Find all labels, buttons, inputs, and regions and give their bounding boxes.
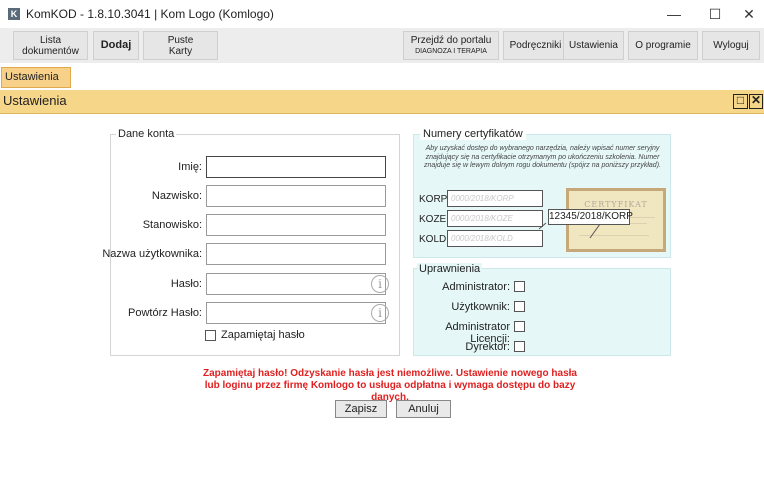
callout-pointer-icon: [538, 222, 601, 239]
lista-dokumentow-button[interactable]: Lista dokumentów: [13, 31, 88, 60]
panel-title: Ustawienia: [3, 93, 67, 108]
powtorz-haslo-label: Powtórz Hasło:: [128, 307, 202, 319]
admin-licencji-checkbox[interactable]: [514, 321, 525, 332]
remember-password-checkbox[interactable]: [205, 330, 216, 341]
restore-panel-icon[interactable]: □: [733, 94, 748, 109]
puste-karty-button[interactable]: Puste Karty: [143, 31, 218, 60]
dyrektor-checkbox[interactable]: [514, 341, 525, 352]
nazwisko-input[interactable]: [206, 185, 386, 207]
powtorz-haslo-info-icon[interactable]: i: [371, 304, 389, 322]
close-panel-icon[interactable]: ✕: [749, 94, 763, 109]
lista-label-line2: dokumentów: [22, 45, 79, 57]
app-logo-icon: K: [8, 8, 20, 20]
username-input[interactable]: [206, 243, 386, 265]
panel-header: Ustawienia □ ✕: [0, 90, 764, 114]
certificates-legend: Numery certyfikatów: [420, 128, 526, 140]
portal-label-line2: DIAGNOZA I TERAPIA: [415, 47, 487, 55]
uzytkownik-checkbox[interactable]: [514, 301, 525, 312]
imie-input[interactable]: [206, 156, 386, 178]
administrator-checkbox[interactable]: [514, 281, 525, 292]
account-legend: Dane konta: [116, 128, 177, 140]
stanowisko-input[interactable]: [206, 214, 386, 236]
maximize-button[interactable]: ☐: [700, 4, 730, 24]
ustawienia-button[interactable]: Ustawienia: [563, 31, 624, 60]
tab-strip: Ustawienia: [0, 63, 764, 89]
certificates-hint: Aby uzyskać dostęp do wybranego narzędzi…: [424, 145, 661, 169]
portal-button[interactable]: Przejdź do portalu DIAGNOZA I TERAPIA: [403, 31, 499, 60]
main-toolbar: Lista dokumentów Dodaj Puste Karty Przej…: [0, 28, 764, 63]
portal-label-line1: Przejdź do portalu: [410, 34, 492, 46]
korp-label: KORP:: [419, 194, 451, 205]
korp-input[interactable]: 0000/2018/KORP: [447, 190, 543, 207]
koze-label: KOZE:: [419, 214, 450, 225]
administrator-label: Administrator:: [442, 281, 510, 293]
tab-ustawienia[interactable]: Ustawienia: [1, 67, 71, 88]
dodaj-button[interactable]: Dodaj: [93, 31, 139, 60]
save-button[interactable]: Zapisz: [335, 400, 387, 418]
close-window-button[interactable]: ✕: [734, 4, 764, 24]
password-warning-text: Zapamiętaj hasło! Odzyskanie hasła jest …: [202, 368, 577, 403]
title-bar: K KomKOD - 1.8.10.3041 | Kom Logo (Komlo…: [0, 0, 764, 28]
uzytkownik-label: Użytkownik:: [451, 301, 510, 313]
stanowisko-label: Stanowisko:: [142, 219, 202, 231]
kold-label: KOLD:: [419, 234, 450, 245]
haslo-label: Hasło:: [170, 278, 202, 290]
cancel-button[interactable]: Anuluj: [396, 400, 451, 418]
permissions-legend: Uprawnienia: [417, 263, 483, 275]
imie-label: Imię:: [178, 161, 202, 173]
puste-label-line2: Karty: [168, 45, 193, 57]
kold-input[interactable]: 0000/2018/KOLD: [447, 230, 543, 247]
remember-password-label: Zapamiętaj hasło: [221, 329, 305, 341]
o-programie-button[interactable]: O programie: [628, 31, 698, 60]
haslo-info-icon[interactable]: i: [371, 275, 389, 293]
window-title: KomKOD - 1.8.10.3041 | Kom Logo (Komlogo…: [26, 7, 274, 21]
username-label: Nazwa użytkownika:: [102, 248, 202, 260]
haslo-input[interactable]: [206, 273, 386, 295]
podreczniki-button[interactable]: Podręczniki: [503, 31, 568, 60]
certificate-number-callout: 12345/2018/KORP: [548, 209, 633, 225]
certificate-example-title: CERTYFIKAT: [584, 200, 648, 209]
koze-input[interactable]: 0000/2018/KOZE: [447, 210, 543, 227]
dyrektor-label: Dyrektor:: [465, 341, 510, 353]
puste-label-line1: Puste: [167, 34, 194, 46]
powtorz-haslo-input[interactable]: [206, 302, 386, 324]
nazwisko-label: Nazwisko:: [151, 190, 202, 202]
wyloguj-button[interactable]: Wyloguj: [702, 31, 760, 60]
lista-label-line1: Lista: [39, 34, 62, 46]
minimize-button[interactable]: —: [659, 4, 689, 24]
